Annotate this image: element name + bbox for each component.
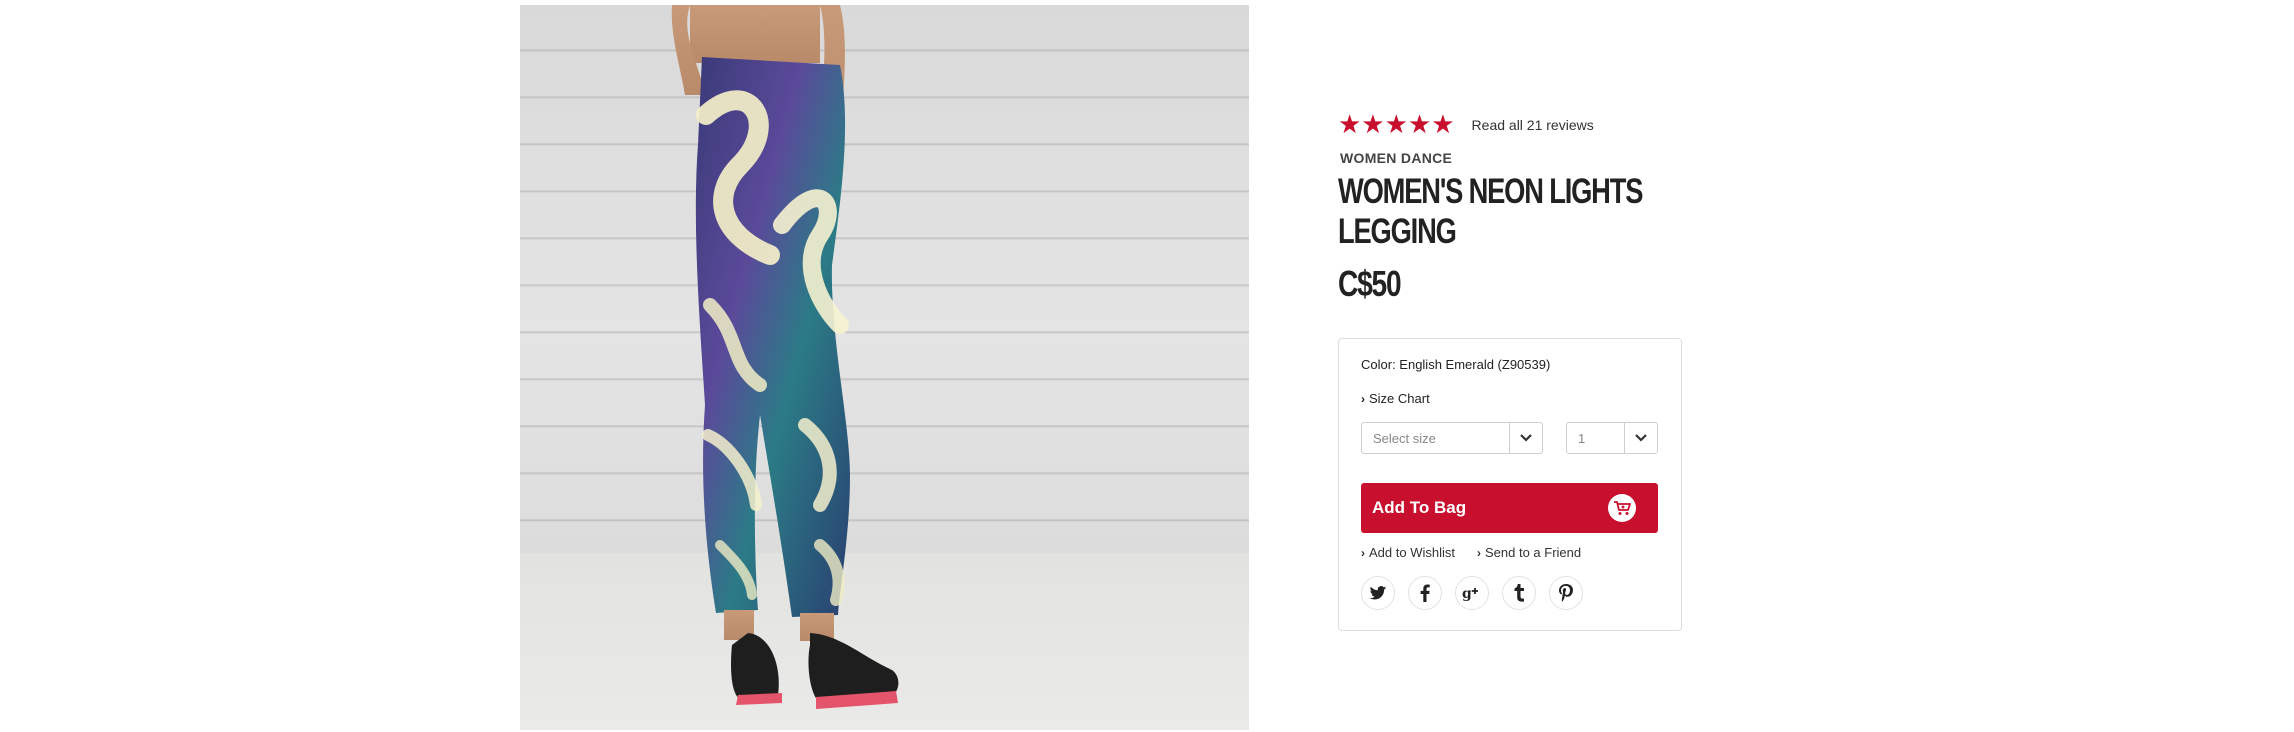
size-select[interactable]: Select size — [1361, 422, 1543, 454]
product-title-line1: WOMEN'S NEON LIGHTS — [1338, 172, 1643, 211]
purchase-options-box: Color: English Emerald (Z90539) › Size Ch… — [1338, 338, 1682, 631]
quantity-select-value: 1 — [1578, 430, 1586, 446]
svg-text:g: g — [1462, 586, 1472, 601]
chevron-right-icon: › — [1361, 546, 1365, 560]
cart-icon — [1608, 494, 1636, 522]
add-to-bag-button[interactable]: Add To Bag — [1361, 483, 1658, 533]
social-share-row: g — [1361, 576, 1583, 610]
product-price: C$50 — [1338, 263, 1402, 304]
google-plus-icon[interactable]: g — [1455, 576, 1489, 610]
secondary-actions: › Add to Wishlist › Send to a Friend — [1361, 545, 1581, 560]
product-category: WOMEN DANCE — [1340, 150, 1453, 166]
size-select-value: Select size — [1373, 430, 1436, 446]
tumblr-icon[interactable] — [1502, 576, 1536, 610]
color-label: Color: English Emerald (Z90539) — [1361, 357, 1551, 372]
quantity-select[interactable]: 1 — [1566, 422, 1658, 454]
facebook-icon[interactable] — [1408, 576, 1442, 610]
send-to-friend-label: Send to a Friend — [1484, 545, 1582, 560]
chevron-right-icon: › — [1361, 392, 1365, 406]
add-to-bag-label: Add To Bag — [1372, 498, 1467, 517]
product-title-line2: LEGGING — [1338, 212, 1457, 251]
rating-row: ★★★★★ Read all 21 reviews — [1338, 110, 1683, 140]
pinterest-icon[interactable] — [1549, 576, 1583, 610]
product-page: ★★★★★ Read all 21 reviews WOMEN DANCE WO… — [0, 0, 2294, 732]
product-image[interactable] — [520, 5, 1249, 730]
product-title: WOMEN'S NEON LIGHTS LEGGING — [1338, 172, 1666, 252]
rating-stars-icon: ★★★★★ — [1338, 110, 1455, 140]
chevron-down-icon[interactable] — [1624, 423, 1657, 453]
model-legging-photo — [671, 5, 899, 709]
add-to-wishlist-label: Add to Wishlist — [1369, 545, 1455, 560]
product-info: ★★★★★ Read all 21 reviews WOMEN DANCE WO… — [1338, 110, 1683, 306]
chevron-down-icon[interactable] — [1509, 423, 1542, 453]
twitter-icon[interactable] — [1361, 576, 1395, 610]
chevron-right-icon: › — [1476, 546, 1481, 560]
add-to-wishlist-link[interactable]: › Add to Wishlist — [1361, 545, 1455, 560]
send-to-friend-link[interactable]: › Send to a Friend — [1477, 545, 1581, 560]
size-chart-link[interactable]: › Size Chart — [1361, 391, 1430, 406]
read-reviews-link[interactable]: Read all 21 reviews — [1472, 117, 1594, 133]
size-chart-label: Size Chart — [1369, 391, 1430, 406]
